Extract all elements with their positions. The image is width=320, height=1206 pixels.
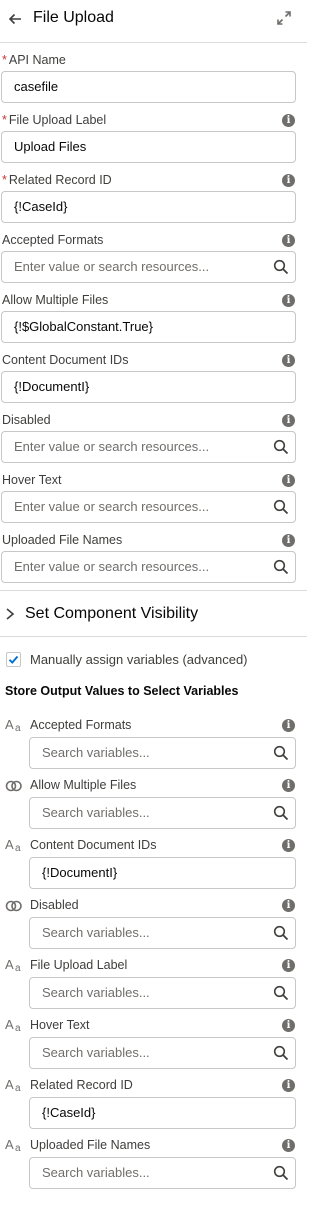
info-icon[interactable]: i — [282, 1079, 295, 1092]
boolean-type-icon — [5, 780, 22, 792]
field-input-uploaded_file_names[interactable]: Enter value or search resources... — [1, 551, 296, 583]
field-label-content_document_ids: Content Document IDs — [2, 353, 129, 367]
output-section-title: Store Output Values to Select Variables — [5, 684, 239, 698]
info-icon[interactable]: i — [282, 234, 295, 247]
field-input-related_record_id[interactable]: {!CaseId} — [1, 191, 296, 223]
info-icon[interactable]: i — [282, 899, 295, 912]
output-label: Disabled — [30, 898, 79, 912]
required-marker: * — [2, 113, 7, 127]
search-icon — [273, 559, 289, 575]
search-icon — [273, 745, 289, 761]
info-icon[interactable]: i — [282, 354, 295, 367]
info-icon[interactable]: i — [282, 779, 295, 792]
boolean-type-icon — [5, 900, 22, 912]
text-type-icon: Aa — [5, 1077, 21, 1094]
output-variable-input[interactable]: Search variables... — [29, 1157, 296, 1189]
output-label: Content Document IDs — [30, 838, 157, 852]
text-type-icon: Aa — [5, 717, 21, 734]
search-icon — [273, 1165, 289, 1181]
output-variable-input[interactable]: Search variables... — [29, 1037, 296, 1069]
search-icon — [273, 499, 289, 515]
field-input-api_name[interactable]: casefile — [1, 71, 296, 103]
search-icon — [273, 1045, 289, 1061]
manual-assign-checkbox[interactable] — [6, 652, 21, 667]
text-type-icon: Aa — [5, 837, 21, 854]
info-icon[interactable]: i — [282, 474, 295, 487]
text-type-icon: Aa — [5, 1017, 21, 1034]
search-icon — [273, 259, 289, 275]
component-visibility-section[interactable]: Set Component Visibility — [0, 590, 307, 637]
output-variable-input[interactable]: Search variables... — [29, 917, 296, 949]
field-input-file_upload_label[interactable]: Upload Files — [1, 131, 296, 163]
panel-title: File Upload — [33, 9, 114, 26]
output-variable-input[interactable]: Search variables... — [29, 797, 296, 829]
expand-icon[interactable] — [276, 10, 292, 26]
field-input-allow_multiple_files[interactable]: {!$GlobalConstant.True} — [1, 311, 296, 343]
field-label-api_name: * API Name — [2, 53, 66, 67]
text-type-icon: Aa — [5, 957, 21, 974]
output-label: Accepted Formats — [30, 718, 132, 732]
field-label-file_upload_label: * File Upload Label — [2, 113, 107, 127]
search-icon — [273, 925, 289, 941]
info-icon[interactable]: i — [282, 174, 295, 187]
info-icon[interactable]: i — [282, 1019, 295, 1032]
text-type-icon: Aa — [5, 1137, 21, 1154]
field-label-related_record_id: * Related Record ID — [2, 173, 112, 187]
output-label: File Upload Label — [30, 958, 128, 972]
section-title: Set Component Visibility — [25, 605, 199, 622]
field-label-allow_multiple_files: Allow Multiple Files — [2, 293, 109, 307]
info-icon[interactable]: i — [282, 719, 295, 732]
output-variable-input[interactable]: {!CaseId} — [29, 1097, 296, 1129]
field-label-disabled: Disabled — [2, 413, 51, 427]
search-icon — [273, 439, 289, 455]
required-marker: * — [2, 173, 7, 187]
manual-assign-label: Manually assign variables (advanced) — [30, 652, 248, 667]
field-label-uploaded_file_names: Uploaded File Names — [2, 533, 123, 547]
chevron-right-icon — [6, 608, 15, 620]
field-label-hover_text: Hover Text — [2, 473, 62, 487]
output-label: Related Record ID — [30, 1078, 133, 1092]
field-input-disabled[interactable]: Enter value or search resources... — [1, 431, 296, 463]
field-input-content_document_ids[interactable]: {!DocumentI} — [1, 371, 296, 403]
info-icon[interactable]: i — [282, 959, 295, 972]
panel-header: File Upload — [0, 0, 307, 43]
checkmark-icon — [8, 655, 19, 664]
info-icon[interactable]: i — [282, 839, 295, 852]
info-icon[interactable]: i — [282, 114, 295, 127]
info-icon[interactable]: i — [282, 294, 295, 307]
info-icon[interactable]: i — [282, 534, 295, 547]
output-variable-input[interactable]: {!DocumentI} — [29, 857, 296, 889]
output-variable-input[interactable]: Search variables... — [29, 737, 296, 769]
search-icon — [273, 985, 289, 1001]
field-input-accepted_formats[interactable]: Enter value or search resources... — [1, 251, 296, 283]
output-label: Hover Text — [30, 1018, 90, 1032]
field-input-hover_text[interactable]: Enter value or search resources... — [1, 491, 296, 523]
info-icon[interactable]: i — [282, 414, 295, 427]
info-icon[interactable]: i — [282, 1139, 295, 1152]
output-label: Allow Multiple Files — [30, 778, 137, 792]
required-marker: * — [2, 53, 7, 67]
search-icon — [273, 805, 289, 821]
output-label: Uploaded File Names — [30, 1138, 151, 1152]
back-arrow-icon[interactable] — [6, 10, 24, 28]
output-variable-input[interactable]: Search variables... — [29, 977, 296, 1009]
field-label-accepted_formats: Accepted Formats — [2, 233, 104, 247]
